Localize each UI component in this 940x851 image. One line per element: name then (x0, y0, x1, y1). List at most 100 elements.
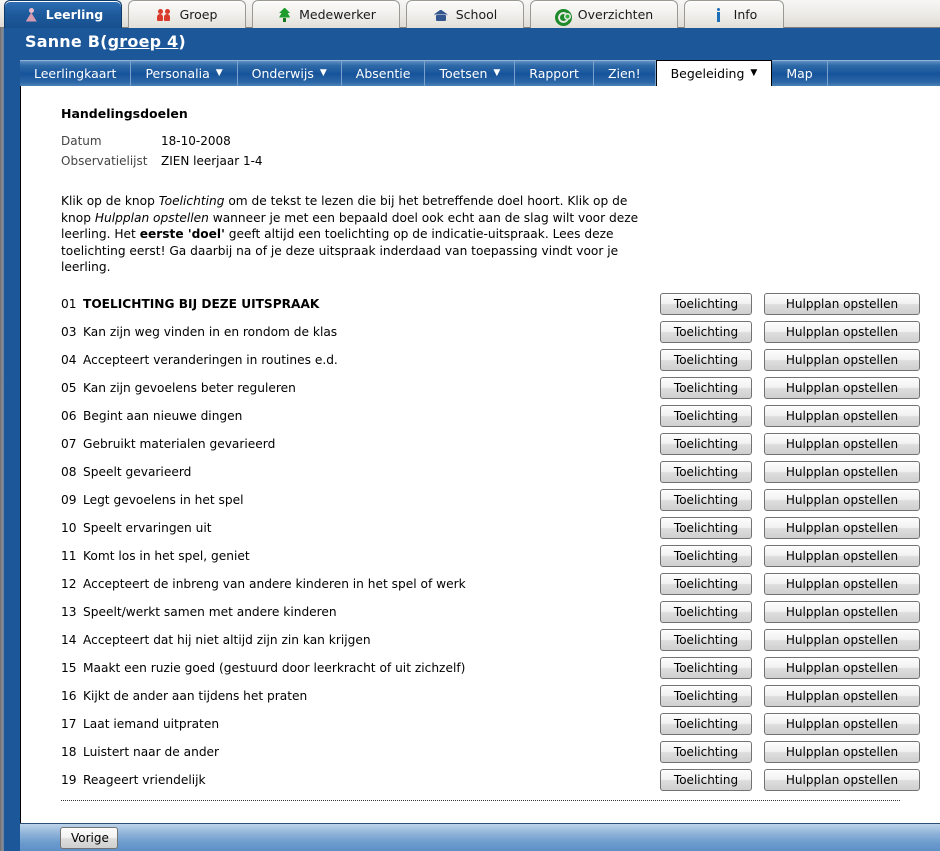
goal-row: 10 Speelt ervaringen uit Toelichting Hulppl… (21, 514, 940, 542)
main-tab-info[interactable]: Info (684, 0, 784, 28)
main-tab-school[interactable]: School (406, 0, 524, 28)
goal-list: 01 TOELICHTING BIJ DEZE UITSPRAAK Toelicht… (21, 290, 940, 794)
chevron-down-icon: ▼ (319, 68, 327, 78)
hulpplan-opstellen-button[interactable]: Hulpplan opstellen (764, 572, 920, 595)
goal-list-separator (61, 799, 900, 801)
toelichting-button[interactable]: Toelichting (660, 544, 752, 567)
toelichting-button[interactable]: Toelichting (660, 404, 752, 427)
sub-tab-map[interactable]: Map (772, 61, 828, 86)
toelichting-button[interactable]: Toelichting (660, 572, 752, 595)
hulpplan-opstellen-button[interactable]: Hulpplan opstellen (764, 320, 920, 343)
goal-row: 08 Speelt gevarieerd Toelichting Hulpplan o… (21, 458, 940, 486)
main-tab-overzichten[interactable]: Overzichten (530, 0, 678, 28)
goal-label: Gebruikt materialen gevarieerd (83, 436, 276, 451)
toelichting-button[interactable]: Toelichting (660, 516, 752, 539)
hulpplan-opstellen-button[interactable]: Hulpplan opstellen (764, 628, 920, 651)
goal-actions: Toelichting Hulpplan opstellen (660, 712, 920, 735)
main-tab-groep[interactable]: Groep (128, 0, 246, 28)
goal-actions: Toelichting Hulpplan opstellen (660, 460, 920, 483)
sub-tab-label: Toetsen (439, 66, 488, 81)
main-tab-medewerker[interactable]: Medewerker (252, 0, 400, 28)
meta-label: Observatielijst (61, 154, 148, 168)
toelichting-button[interactable]: Toelichting (660, 684, 752, 707)
main-tab-label: Medewerker (299, 7, 376, 22)
goal-label: Speelt gevarieerd (83, 464, 192, 479)
hulpplan-opstellen-button[interactable]: Hulpplan opstellen (764, 516, 920, 539)
footer-bar: Vorige (20, 823, 940, 851)
group-link[interactable]: groep 4 (108, 32, 179, 51)
sub-tab-label: Map (786, 66, 813, 81)
toelichting-button[interactable]: Toelichting (660, 488, 752, 511)
goal-actions: Toelichting Hulpplan opstellen (660, 432, 920, 455)
goal-label: Accepteert dat hij niet altijd zijn zin … (83, 632, 371, 647)
intro-emph-hulpplan: Hulpplan opstellen (94, 210, 209, 225)
toelichting-button[interactable]: Toelichting (660, 740, 752, 763)
goal-actions: Toelichting Hulpplan opstellen (660, 572, 920, 595)
toelichting-button[interactable]: Toelichting (660, 292, 752, 315)
content-panel: Handelingsdoelen Datum 18-10-2008 Observat… (20, 86, 940, 823)
goal-number: 17 (61, 716, 77, 731)
goal-number: 05 (61, 380, 77, 395)
hulpplan-opstellen-button[interactable]: Hulpplan opstellen (764, 684, 920, 707)
vorige-button[interactable]: Vorige (60, 827, 118, 849)
hulpplan-opstellen-button[interactable]: Hulpplan opstellen (764, 460, 920, 483)
toelichting-button[interactable]: Toelichting (660, 460, 752, 483)
sub-tab-rapport[interactable]: Rapport (515, 61, 594, 86)
toelichting-button[interactable]: Toelichting (660, 348, 752, 371)
sub-tab-label: Rapport (529, 66, 579, 81)
sub-tab-zien[interactable]: Zien! (594, 61, 656, 86)
goal-label: Laat iemand uitpraten (83, 716, 220, 731)
group-paren-close: ) (178, 32, 186, 51)
goal-actions: Toelichting Hulpplan opstellen (660, 768, 920, 791)
goal-actions: Toelichting Hulpplan opstellen (660, 544, 920, 567)
goal-actions: Toelichting Hulpplan opstellen (660, 348, 920, 371)
hulpplan-opstellen-button[interactable]: Hulpplan opstellen (764, 544, 920, 567)
hulpplan-opstellen-button[interactable]: Hulpplan opstellen (764, 712, 920, 735)
goal-actions: Toelichting Hulpplan opstellen (660, 684, 920, 707)
goal-row: 15 Maakt een ruzie goed (gestuurd door le… (21, 654, 940, 682)
hulpplan-opstellen-button[interactable]: Hulpplan opstellen (764, 404, 920, 427)
hulpplan-opstellen-button[interactable]: Hulpplan opstellen (764, 292, 920, 315)
toelichting-button[interactable]: Toelichting (660, 768, 752, 791)
hulpplan-opstellen-button[interactable]: Hulpplan opstellen (764, 768, 920, 791)
sub-tab-begeleiding[interactable]: Begeleiding ▼ (655, 60, 773, 86)
toelichting-button[interactable]: Toelichting (660, 712, 752, 735)
sub-tab-leerlingkaart[interactable]: Leerlingkaart (20, 61, 132, 86)
toelichting-button[interactable]: Toelichting (660, 432, 752, 455)
toelichting-button[interactable]: Toelichting (660, 628, 752, 651)
toelichting-button[interactable]: Toelichting (660, 376, 752, 399)
goal-row: 13 Speelt/werkt samen met andere kinderen… (21, 598, 940, 626)
sub-tab-absentie[interactable]: Absentie (342, 61, 426, 86)
sub-tab-onderwijs[interactable]: Onderwijs ▼ (238, 61, 342, 86)
hulpplan-opstellen-button[interactable]: Hulpplan opstellen (764, 376, 920, 399)
goal-number: 19 (61, 772, 77, 787)
toelichting-button[interactable]: Toelichting (660, 600, 752, 623)
sub-tab-bar: Leerlingkaart Personalia ▼ Onderwijs ▼ Absent… (20, 60, 940, 86)
intro-emph-toelichting: Toelichting (158, 194, 225, 208)
sub-tab-toetsen[interactable]: Toetsen ▼ (425, 61, 516, 86)
hulpplan-opstellen-button[interactable]: Hulpplan opstellen (764, 656, 920, 679)
goal-label: Accepteert de inbreng van andere kindere… (83, 576, 466, 591)
hulpplan-opstellen-button[interactable]: Hulpplan opstellen (764, 740, 920, 763)
hulpplan-opstellen-button[interactable]: Hulpplan opstellen (764, 348, 920, 371)
goal-label: Maakt een ruzie goed (gestuurd door leer… (83, 660, 466, 675)
page-title: Sanne B(groep 4) (25, 32, 186, 51)
toelichting-button[interactable]: Toelichting (660, 656, 752, 679)
main-tab-leerling[interactable]: Leerling (4, 0, 122, 28)
sub-tab-filler (828, 61, 940, 86)
toelichting-button[interactable]: Toelichting (660, 320, 752, 343)
hulpplan-opstellen-button[interactable]: Hulpplan opstellen (764, 432, 920, 455)
hulpplan-opstellen-button[interactable]: Hulpplan opstellen (764, 600, 920, 623)
goal-number: 12 (61, 576, 77, 591)
sub-tab-personalia[interactable]: Personalia ▼ (131, 61, 238, 86)
goal-actions: Toelichting Hulpplan opstellen (660, 404, 920, 427)
hulpplan-opstellen-button[interactable]: Hulpplan opstellen (764, 488, 920, 511)
goal-actions: Toelichting Hulpplan opstellen (660, 656, 920, 679)
main-tab-label: Info (733, 7, 758, 22)
goal-actions: Toelichting Hulpplan opstellen (660, 320, 920, 343)
main-tab-label: School (455, 7, 498, 22)
goal-label: Speelt/werkt samen met andere kinderen (83, 604, 337, 619)
main-tab-label: Leerling (45, 7, 104, 22)
pupil-name-text: Sanne B (25, 32, 101, 51)
goal-label: Kan zijn gevoelens beter reguleren (83, 380, 296, 395)
